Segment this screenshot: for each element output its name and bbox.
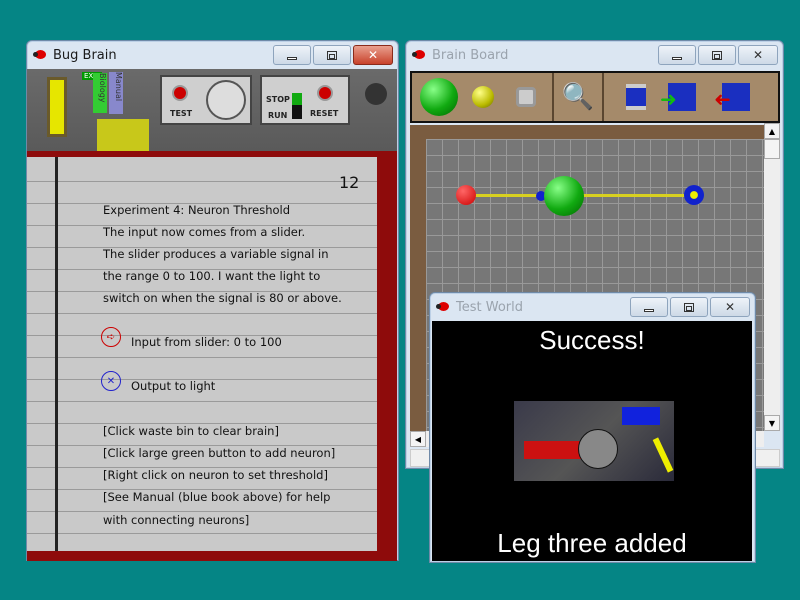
arrow-left-icon: ➜ [714, 87, 731, 111]
blue-clamp [622, 407, 660, 425]
arrow-right-icon: ➜ [660, 87, 677, 111]
test-label: TEST [170, 109, 193, 118]
stop-label: STOP [266, 95, 290, 104]
ladybug-icon [33, 49, 47, 61]
maximize-icon [712, 50, 722, 60]
pencil [652, 437, 674, 473]
add-neuron-button[interactable] [420, 78, 458, 116]
window-title: Brain Board [432, 47, 509, 63]
minimize-icon [672, 56, 682, 60]
red-leg [524, 441, 584, 459]
margin-line [55, 157, 58, 551]
hint-line: [Click waste bin to clear brain] [103, 424, 279, 438]
scroll-down-button[interactable]: ▼ [764, 415, 780, 431]
reset-label: RESET [310, 109, 339, 118]
notebook-line: switch on when the signal is 80 or above… [103, 291, 342, 305]
toolbar-separator [602, 73, 604, 121]
minimize-button[interactable] [630, 297, 668, 317]
scroll-up-button[interactable]: ▲ [764, 123, 780, 139]
hint-line: [Click large green button to add neuron] [103, 446, 336, 460]
bug-brain-window: Bug Brain ✕ EXIT Biology Manual TEST STO… [26, 40, 399, 561]
window-title: Test World [456, 299, 523, 315]
bug-body [578, 429, 618, 469]
run-label: RUN [268, 111, 288, 120]
input-slider-icon: ➪ [101, 327, 121, 347]
title-bar[interactable]: Test World ✕ [430, 293, 755, 321]
test-world-view: Success! Leg three added [432, 321, 752, 561]
close-button[interactable]: ✕ [710, 297, 750, 317]
timer-dial [206, 80, 246, 120]
stop-run-switch[interactable] [292, 93, 302, 119]
minimize-button[interactable] [273, 45, 311, 65]
speaker-icon [365, 83, 387, 105]
success-headline: Success! [539, 325, 645, 355]
window-title: Bug Brain [53, 47, 117, 63]
manual-book[interactable]: Manual [109, 72, 123, 114]
waste-bin[interactable] [97, 119, 149, 153]
close-button[interactable]: ✕ [353, 45, 393, 65]
test-world-window: Test World ✕ Success! Leg three added [429, 292, 756, 563]
ladybug-icon [436, 301, 450, 313]
title-bar[interactable]: Bug Brain ✕ [27, 41, 398, 69]
maximize-icon [684, 302, 694, 312]
control-panel: STOP RUN RESET [260, 75, 350, 125]
output-node[interactable] [684, 185, 704, 205]
bug-scene-image [514, 401, 674, 481]
test-button[interactable] [172, 85, 188, 101]
board-toolbar: 🔍 ➜ ➜ [410, 71, 780, 123]
output-light-icon: ✕ [101, 371, 121, 391]
minimize-icon [287, 56, 297, 60]
page-number: 12 [339, 173, 360, 192]
hint-line: with connecting neurons] [103, 513, 250, 527]
vertical-scrollbar[interactable]: ▲ ▼ [764, 123, 780, 431]
lab-shelf: EXIT Biology Manual TEST STOP RUN RESET [27, 69, 397, 153]
notebook-line: The input now comes from a slider. [103, 225, 306, 239]
notebook-page: 12 Experiment 4: Neuron Threshold The in… [27, 157, 377, 551]
title-bar[interactable]: Brain Board ✕ [406, 41, 783, 69]
add-small-node-button[interactable] [472, 86, 494, 108]
notebook-line: The slider produces a variable signal in [103, 247, 329, 261]
test-panel: TEST [160, 75, 252, 125]
spool-button[interactable] [626, 84, 646, 110]
biology-book[interactable]: Biology [93, 73, 107, 113]
ladybug-icon [412, 49, 426, 61]
scroll-left-button[interactable]: ◀ [410, 431, 426, 447]
add-block-button[interactable] [516, 87, 536, 107]
maximize-button[interactable] [698, 45, 736, 65]
minimize-icon [644, 308, 654, 312]
notebook-line: the range 0 to 100. I want the light to [103, 269, 321, 283]
input-label: Input from slider: 0 to 100 [131, 335, 282, 349]
hint-line: [Right click on neuron to set threshold] [103, 468, 328, 482]
maximize-button[interactable] [670, 297, 708, 317]
maximize-icon [327, 50, 337, 60]
status-caption: Leg three added [497, 528, 687, 558]
hint-line: [See Manual (blue book above) for help [103, 490, 331, 504]
output-label: Output to light [131, 379, 216, 393]
notebook: 12 Experiment 4: Neuron Threshold The in… [27, 151, 397, 561]
notebook-line: Experiment 4: Neuron Threshold [103, 203, 291, 217]
maximize-button[interactable] [313, 45, 351, 65]
input-node[interactable] [456, 185, 476, 205]
magnifier-icon[interactable]: 🔍 [554, 82, 602, 112]
scroll-thumb[interactable] [764, 139, 780, 159]
save-button[interactable]: ➜ [660, 83, 696, 111]
minimize-button[interactable] [658, 45, 696, 65]
neuron[interactable] [544, 176, 584, 216]
reset-button[interactable] [317, 85, 333, 101]
exit-door[interactable] [47, 77, 67, 137]
load-button[interactable]: ➜ [714, 83, 750, 111]
close-button[interactable]: ✕ [738, 45, 778, 65]
